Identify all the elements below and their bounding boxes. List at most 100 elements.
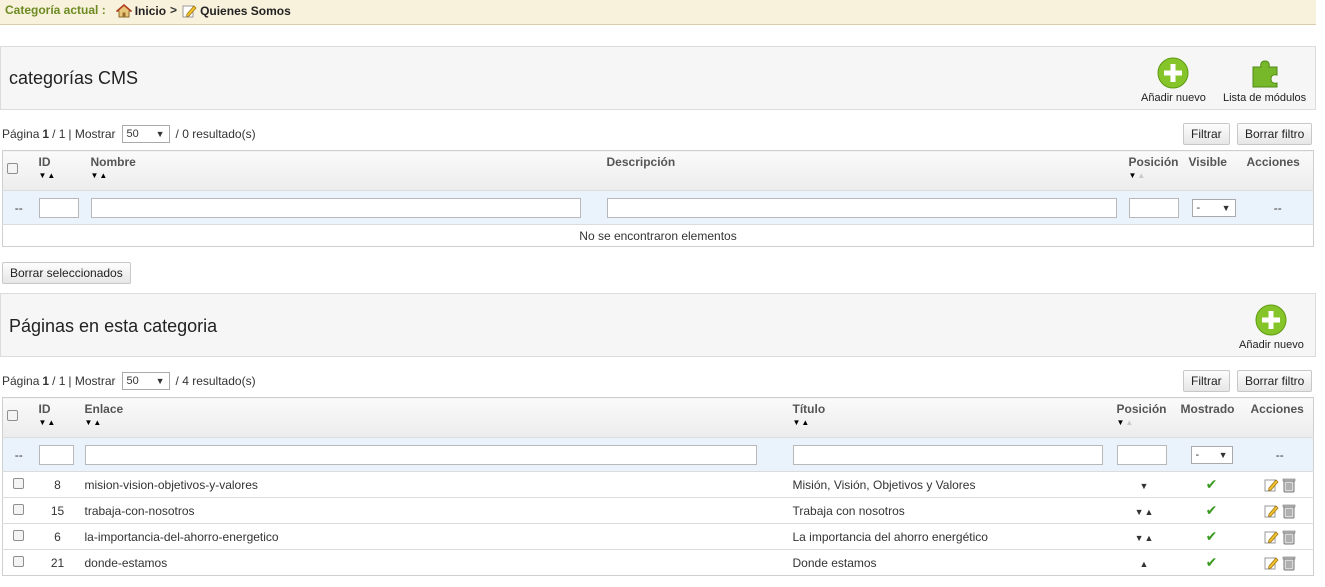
- page-rows: 8 mision-vision-objetivos-y-valores Misión…: [2, 471, 1314, 576]
- col-actions: Acciones: [1242, 150, 1314, 191]
- categories-filter-button[interactable]: Filtrar: [1183, 123, 1230, 145]
- per-page-select[interactable]: 50 ▼: [121, 125, 170, 143]
- edit-icon: [182, 5, 197, 18]
- select-all-checkbox[interactable]: [7, 410, 18, 421]
- sort-arrows[interactable]: ▼▲: [1117, 418, 1173, 427]
- categories-add-new-label: Añadir nuevo: [1141, 92, 1206, 104]
- breadcrumb-home-label: Inicio: [134, 4, 167, 18]
- check-icon[interactable]: ✔: [1206, 528, 1218, 544]
- table-row[interactable]: 6 la-importancia-del-ahorro-energetico La …: [2, 523, 1314, 550]
- show-label: | Mostrar: [68, 374, 116, 388]
- select-all-checkbox[interactable]: [7, 163, 18, 174]
- breadcrumb-current: Quienes Somos: [181, 3, 291, 19]
- empty-row: No se encontraron elementos: [2, 224, 1314, 247]
- sort-arrows[interactable]: ▼▲: [85, 418, 785, 427]
- col-name: Nombre ▼▲: [86, 150, 603, 191]
- trash-icon[interactable]: [1282, 555, 1296, 571]
- row-checkbox[interactable]: [13, 477, 25, 489]
- col-position: Posición ▼▲: [1112, 397, 1177, 438]
- pages-title: Páginas en esta categoria: [9, 316, 218, 336]
- chevron-down-icon: ▼: [1221, 202, 1231, 213]
- col-position: Posición ▼▲: [1124, 150, 1185, 191]
- bulk-delete-button[interactable]: Borrar seleccionados: [2, 262, 131, 284]
- filter-visible-select[interactable]: - ▼: [1191, 198, 1236, 217]
- pages-filter-button[interactable]: Filtrar: [1183, 370, 1230, 392]
- table-row[interactable]: 15 trabaja-con-nosotros Trabaja con nosotr…: [2, 497, 1314, 524]
- current-page: 1: [42, 374, 50, 388]
- sort-arrows[interactable]: ▼▲: [39, 171, 83, 180]
- sort-arrows[interactable]: ▼▲: [91, 171, 599, 180]
- check-icon[interactable]: ✔: [1206, 502, 1218, 518]
- table-row[interactable]: 21 donde-estamos Donde estamos ▲ ✔: [2, 549, 1314, 576]
- filter-shown-select[interactable]: - ▼: [1190, 445, 1233, 464]
- position-arrows-icon[interactable]: ▼: [1140, 481, 1150, 491]
- edit-icon[interactable]: [1263, 503, 1279, 519]
- filter-dash: --: [1246, 437, 1314, 472]
- edit-icon[interactable]: [1263, 529, 1279, 545]
- position-arrows-icon[interactable]: ▼▲: [1135, 507, 1155, 517]
- row-id: 8: [34, 471, 81, 498]
- results-count: / 4 resultado(s): [175, 374, 256, 388]
- categories-reset-filter-button[interactable]: Borrar filtro: [1237, 123, 1313, 145]
- col-link: Enlace ▼▲: [80, 397, 789, 438]
- row-link: trabaja-con-nosotros: [80, 497, 789, 524]
- breadcrumb-home-link[interactable]: Inicio: [115, 3, 167, 19]
- filter-id-input[interactable]: [38, 444, 74, 465]
- sort-arrows[interactable]: ▼▲: [793, 418, 1109, 427]
- pages-add-new-button[interactable]: Añadir nuevo: [1239, 304, 1304, 351]
- modules-list-label: Lista de módulos: [1223, 92, 1307, 104]
- filter-description-input[interactable]: [606, 197, 1117, 218]
- col-actions: Acciones: [1246, 397, 1314, 438]
- page-label: Página: [2, 374, 40, 388]
- row-title: Trabaja con nosotros: [788, 497, 1113, 524]
- filter-link-input[interactable]: [84, 444, 757, 465]
- categories-title: categorías CMS: [9, 68, 139, 88]
- total-pages: / 1: [52, 127, 66, 141]
- filter-title-input[interactable]: [792, 444, 1103, 465]
- table-row[interactable]: 8 mision-vision-objetivos-y-valores Misión…: [2, 471, 1314, 498]
- home-icon: [115, 4, 132, 18]
- filter-position-input[interactable]: [1128, 197, 1179, 218]
- categories-add-new-button[interactable]: Añadir nuevo: [1141, 57, 1206, 104]
- pages-panel-header: Páginas en esta categoria Añadir nuevo: [0, 293, 1316, 357]
- per-page-select[interactable]: 50 ▼: [121, 372, 170, 390]
- total-pages: / 1: [52, 374, 66, 388]
- row-link: la-importancia-del-ahorro-energetico: [80, 523, 789, 550]
- modules-list-button[interactable]: Lista de módulos: [1223, 57, 1306, 104]
- position-arrows-icon[interactable]: ▼▲: [1135, 533, 1155, 543]
- categories-pagination: Página 1 / 1 | Mostrar 50 ▼ / 0 resultad…: [2, 125, 256, 143]
- chevron-down-icon: ▼: [155, 129, 165, 139]
- row-checkbox[interactable]: [13, 503, 25, 515]
- breadcrumb-label: Categoría actual :: [5, 3, 106, 17]
- col-id: ID ▼▲: [34, 397, 81, 438]
- edit-icon[interactable]: [1263, 477, 1279, 493]
- pages-table: ID ▼▲ Enlace ▼▲ Título ▼▲ Posición ▼▲ Mostra…: [2, 397, 1314, 576]
- sort-arrows[interactable]: ▼▲: [39, 418, 77, 427]
- categories-table: ID ▼▲ Nombre ▼▲ Descripción Posición ▼▲ Vis…: [2, 150, 1314, 247]
- filter-row: -- - ▼ --: [2, 437, 1314, 472]
- trash-icon[interactable]: [1282, 503, 1296, 519]
- breadcrumb: Categoría actual : Inicio > Quienes Somo…: [0, 0, 1316, 25]
- row-checkbox[interactable]: [13, 529, 25, 541]
- filter-position-input[interactable]: [1116, 444, 1167, 465]
- position-arrows-icon[interactable]: ▲: [1140, 559, 1150, 569]
- col-shown: Mostrado: [1176, 397, 1247, 438]
- pages-reset-filter-button[interactable]: Borrar filtro: [1237, 370, 1313, 392]
- check-icon[interactable]: ✔: [1206, 476, 1218, 492]
- pages-add-new-label: Añadir nuevo: [1239, 339, 1304, 351]
- sort-arrows[interactable]: ▼▲: [1129, 171, 1181, 180]
- trash-icon[interactable]: [1282, 529, 1296, 545]
- row-checkbox[interactable]: [13, 555, 25, 567]
- edit-icon[interactable]: [1263, 555, 1279, 571]
- check-icon[interactable]: ✔: [1206, 554, 1218, 570]
- row-id: 6: [34, 523, 81, 550]
- filter-name-input[interactable]: [90, 197, 581, 218]
- puzzle-icon: [1252, 60, 1278, 88]
- filter-dash: --: [2, 190, 35, 225]
- trash-icon[interactable]: [1282, 477, 1296, 493]
- row-title: Misión, Visión, Objetivos y Valores: [788, 471, 1113, 498]
- filter-id-input[interactable]: [38, 197, 79, 218]
- row-title: Donde estamos: [788, 549, 1113, 576]
- chevron-down-icon: ▼: [1218, 449, 1228, 460]
- col-title: Título ▼▲: [788, 397, 1113, 438]
